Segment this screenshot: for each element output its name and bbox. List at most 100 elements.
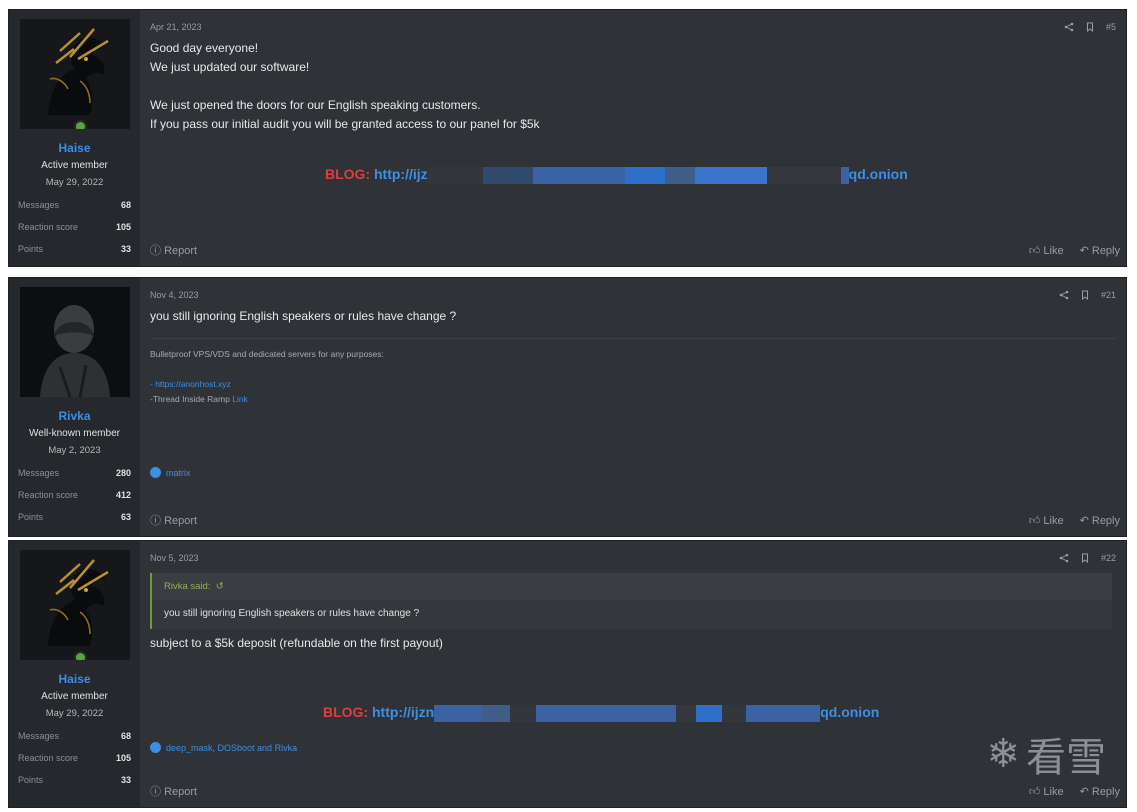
redaction-block xyxy=(510,704,537,722)
stat-value: 33 xyxy=(120,244,131,254)
like-button[interactable]: 👍︎ Like xyxy=(1029,785,1064,798)
join-date: May 2, 2023 xyxy=(48,445,101,456)
online-status-indicator xyxy=(73,651,87,660)
like-button[interactable]: 👍︎ Like xyxy=(1029,244,1064,257)
redaction-block xyxy=(532,166,625,184)
username[interactable]: Haise xyxy=(58,141,90,155)
signature-thread-link[interactable]: Link xyxy=(232,394,248,404)
like-button[interactable]: 👍︎ Like xyxy=(1029,514,1064,527)
user-stats: Messages 68 Reaction score 105 Points 33 xyxy=(9,194,140,260)
reactions-bar[interactable]: deep_mask, DOSboot and Rivka xyxy=(150,742,297,753)
stat-label: Points xyxy=(18,244,44,254)
redaction-block xyxy=(696,704,723,722)
body-line: If you pass our initial audit you will b… xyxy=(150,117,540,131)
report-label: Report xyxy=(164,245,198,257)
post-date[interactable]: Apr 21, 2023 xyxy=(150,22,202,32)
like-reaction-icon xyxy=(150,467,161,478)
thumbs-up-icon: 👍︎ xyxy=(1028,244,1041,257)
report-button[interactable]: ⓘ Report xyxy=(150,512,197,528)
reply-button[interactable]: ↶ Reply xyxy=(1080,244,1120,257)
blog-url-end[interactable]: qd.onion xyxy=(820,704,879,720)
post-date[interactable]: Nov 4, 2023 xyxy=(150,290,199,300)
post-content: Apr 21, 2023 #5 Good day everyone! We ju… xyxy=(140,10,1126,266)
signature-link[interactable]: - https://anonhost.xyz xyxy=(150,377,1116,392)
thumbs-up-icon: 👍︎ xyxy=(1028,785,1041,798)
share-icon[interactable] xyxy=(1064,22,1074,32)
post-footer: ⓘ Report 👍︎ Like ↶ Reply xyxy=(150,242,1120,258)
stat-messages: Messages 280 xyxy=(9,462,140,484)
post-actions: 👍︎ Like ↶ Reply xyxy=(1029,785,1120,798)
quote-author[interactable]: Rivka said: xyxy=(164,581,210,592)
username[interactable]: Haise xyxy=(58,672,90,686)
signature-line: -Thread Inside Ramp Link xyxy=(150,392,1116,407)
online-status-indicator xyxy=(73,120,87,129)
user-info-panel: Rivka Well-known member May 2, 2023 Mess… xyxy=(9,278,140,536)
stat-messages: Messages 68 xyxy=(9,194,140,216)
post-number[interactable]: #5 xyxy=(1106,22,1116,32)
reply-arrow-icon: ↶ xyxy=(1079,514,1089,527)
reply-label: Reply xyxy=(1091,785,1120,798)
forum-post: Haise Active member May 29, 2022 Message… xyxy=(8,540,1127,808)
jump-arrow-icon[interactable]: ↺ xyxy=(213,581,224,592)
post-content: Nov 4, 2023 #21 you still ignoring Engli… xyxy=(140,278,1126,536)
post-number[interactable]: #21 xyxy=(1101,290,1116,300)
redaction-block xyxy=(536,704,677,722)
quote-block: Rivka said: ↺ you still ignoring English… xyxy=(150,573,1112,629)
post-date[interactable]: Nov 5, 2023 xyxy=(150,553,199,563)
reactions-bar[interactable]: matrix xyxy=(150,467,191,478)
reply-button[interactable]: ↶ Reply xyxy=(1080,514,1120,527)
redaction-block xyxy=(624,166,665,184)
username[interactable]: Rivka xyxy=(58,409,90,423)
blog-link-line: BLOG: http://ijz qd.onion xyxy=(325,166,908,184)
avatar[interactable] xyxy=(19,287,130,397)
reply-arrow-icon: ↶ xyxy=(1079,244,1089,257)
avatar[interactable] xyxy=(19,19,130,129)
reply-label: Reply xyxy=(1091,244,1120,257)
post-tools: #22 xyxy=(1059,553,1116,564)
reply-arrow-icon: ↶ xyxy=(1079,785,1089,798)
quote-header[interactable]: Rivka said: ↺ xyxy=(152,573,1112,600)
report-button[interactable]: ⓘ Report xyxy=(150,242,197,258)
blog-link-line: BLOG: http://ijzn qd.onion xyxy=(323,704,879,722)
bookmark-icon[interactable] xyxy=(1080,290,1090,301)
reactions-users[interactable]: matrix xyxy=(166,468,191,478)
stat-messages: Messages 68 xyxy=(9,725,140,747)
share-icon[interactable] xyxy=(1059,290,1069,300)
stat-value: 68 xyxy=(120,200,131,210)
blog-url-start[interactable]: http://ijzn xyxy=(372,704,434,720)
blog-url-start[interactable]: http://ijz xyxy=(374,166,428,182)
avatar[interactable] xyxy=(19,550,130,660)
stat-label: Reaction score xyxy=(18,490,79,500)
stat-value: 63 xyxy=(120,512,131,522)
stat-points: Points 63 xyxy=(9,506,140,528)
reply-button[interactable]: ↶ Reply xyxy=(1080,785,1120,798)
post-meta: Nov 5, 2023 #22 xyxy=(150,551,1116,565)
stat-label: Points xyxy=(18,775,44,785)
forum-post: Rivka Well-known member May 2, 2023 Mess… xyxy=(8,277,1127,537)
post-tools: #5 xyxy=(1064,22,1116,33)
stat-value: 33 xyxy=(120,775,131,785)
report-label: Report xyxy=(164,786,198,798)
share-icon[interactable] xyxy=(1059,553,1069,563)
post-content: Nov 5, 2023 #22 Rivka said: ↺ you still … xyxy=(140,541,1126,807)
report-button[interactable]: ⓘ Report xyxy=(150,783,197,799)
report-label: Report xyxy=(164,515,198,527)
bookmark-icon[interactable] xyxy=(1080,553,1090,564)
like-label: Like xyxy=(1043,514,1064,527)
blog-url-end[interactable]: qd.onion xyxy=(849,166,908,182)
reactions-users[interactable]: deep_mask, DOSboot and Rivka xyxy=(166,743,297,753)
bookmark-icon[interactable] xyxy=(1085,22,1095,33)
masked-figure-avatar-image xyxy=(19,287,130,397)
stat-value: 68 xyxy=(120,731,131,741)
body-line: subject to a $5k deposit (refundable on … xyxy=(150,636,443,650)
post-number[interactable]: #22 xyxy=(1101,553,1116,563)
post-meta: Apr 21, 2023 #5 xyxy=(150,20,1116,34)
stat-points: Points 33 xyxy=(9,238,140,260)
redaction-block xyxy=(676,704,697,722)
user-stats: Messages 280 Reaction score 412 Points 63 xyxy=(9,462,140,528)
redaction-block xyxy=(840,166,849,184)
stat-reaction-score: Reaction score 412 xyxy=(9,484,140,506)
post-actions: 👍︎ Like ↶ Reply xyxy=(1029,244,1120,257)
reply-label: Reply xyxy=(1091,514,1120,527)
